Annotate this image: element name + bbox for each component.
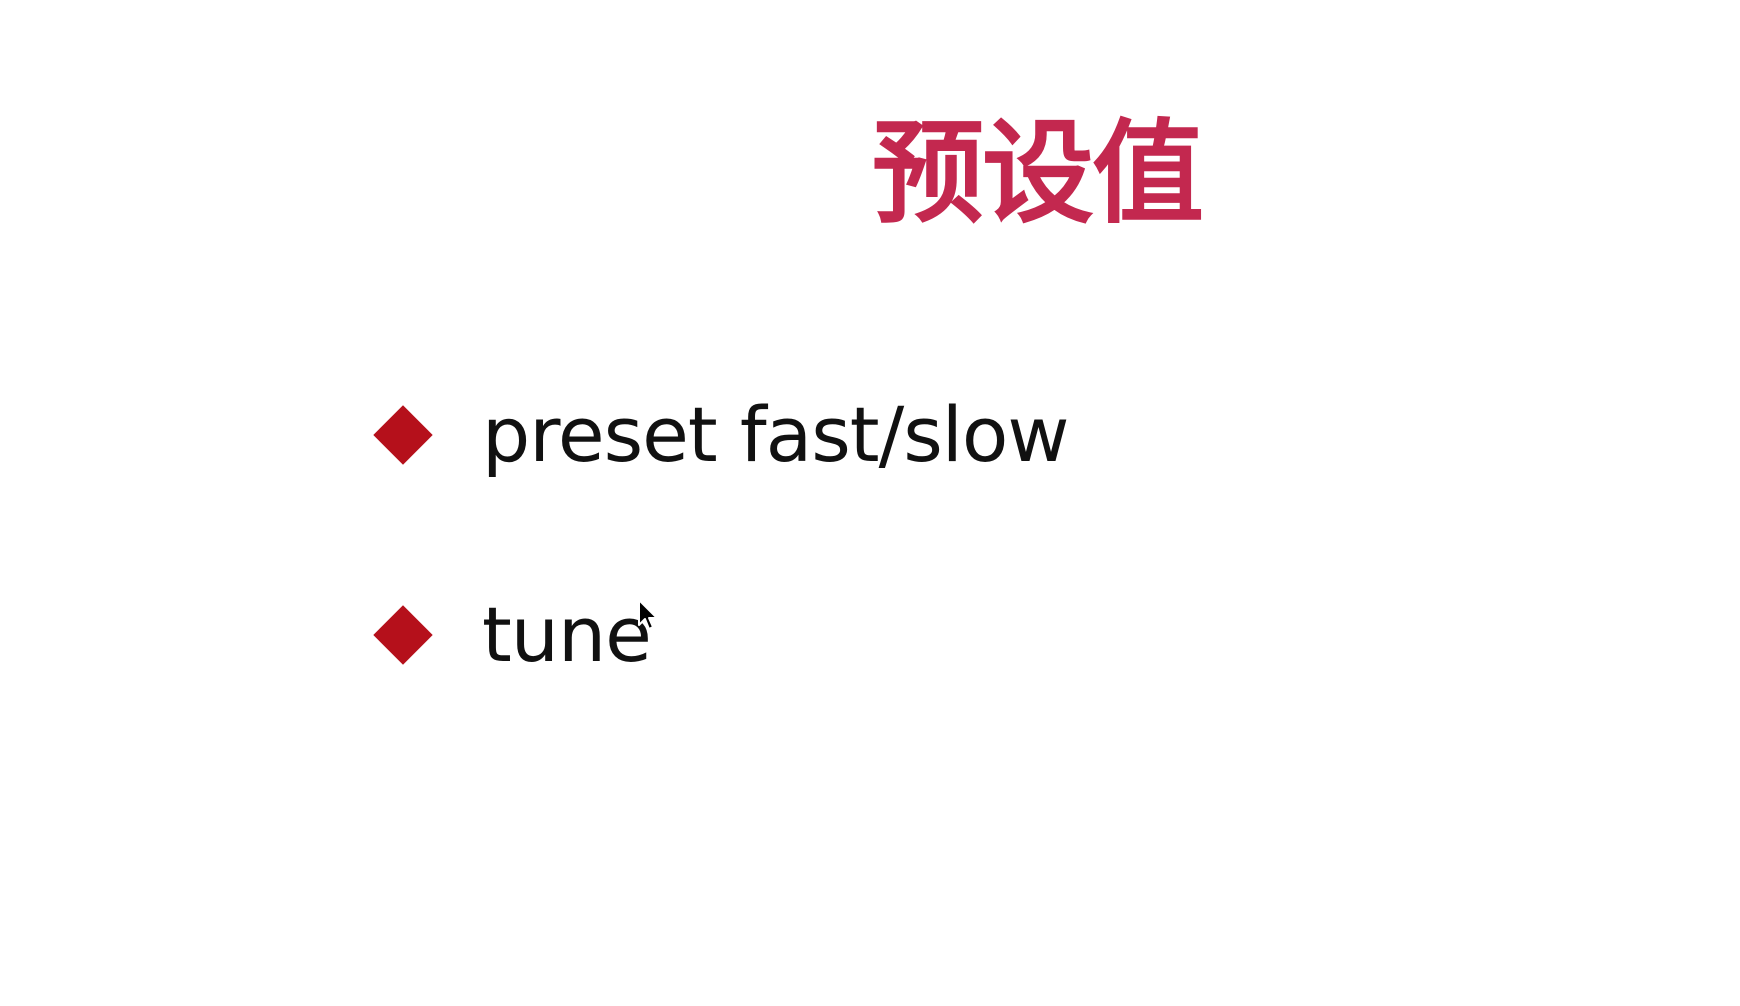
diamond-bullet-icon [373,405,433,465]
bullet-item-tune: tune [372,590,652,680]
presentation-slide: 预设值 preset fast/slow tune [0,0,1740,1006]
bullet-item-preset: preset fast/slow [372,390,1070,480]
slide-title: 预设值 [872,109,1204,239]
bullet-text: tune [482,590,652,679]
bullet-text: preset fast/slow [482,390,1070,479]
diamond-bullet-icon [373,605,433,665]
mouse-pointer-icon [638,599,658,630]
